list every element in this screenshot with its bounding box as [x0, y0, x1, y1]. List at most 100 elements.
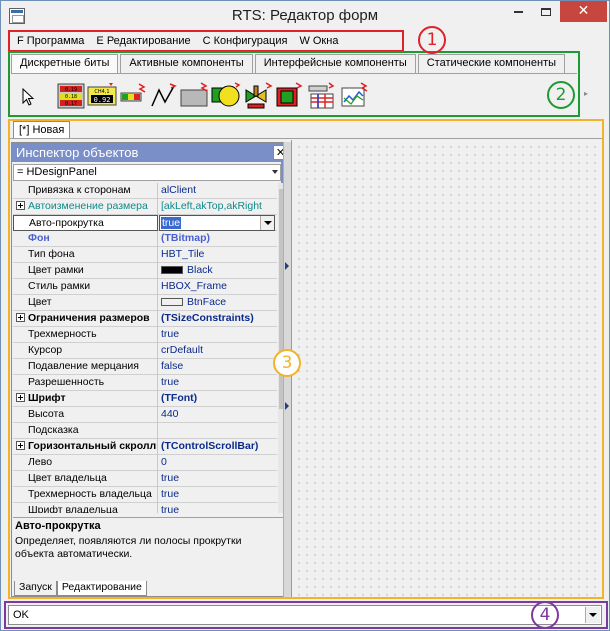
form-tab-new[interactable]: [*] Новая — [13, 121, 71, 139]
property-row-selected[interactable]: Авто-прокрутка true — [13, 215, 277, 231]
property-value[interactable] — [159, 423, 277, 439]
splitter-arrow-icon — [285, 402, 289, 410]
polygon-shape-icon[interactable] — [211, 82, 241, 108]
button-icon[interactable] — [275, 82, 303, 108]
property-row[interactable]: Трехмерность владельца true — [13, 487, 277, 503]
property-name: Разрешенность — [13, 375, 158, 391]
property-description: Авто-прокрутка Определяет, появляются ли… — [13, 517, 288, 577]
property-row[interactable]: Автоизменение размера [akLeft,akTop,akRi… — [13, 199, 277, 215]
property-row[interactable]: Разрешенность true — [13, 375, 277, 391]
property-row[interactable]: Курсор crDefault — [13, 343, 277, 359]
valve-icon[interactable] — [243, 82, 273, 109]
analog-value-icon[interactable]: CH4,1 0.92 — [87, 82, 117, 108]
expand-plus-icon[interactable] — [16, 201, 25, 210]
svg-text:CH4,1: CH4,1 — [94, 89, 109, 95]
property-value[interactable]: true — [159, 375, 277, 391]
property-value[interactable]: (TControlScrollBar) — [159, 439, 277, 455]
form-tab-divider — [10, 138, 602, 139]
property-grid: Привязка к сторонам alClient Автоизменен… — [13, 183, 277, 513]
property-row[interactable]: Высота 440 — [13, 407, 277, 423]
pointer-icon[interactable] — [21, 87, 35, 106]
property-name: Шрифт владельца — [13, 503, 158, 513]
form-design-canvas[interactable] — [291, 140, 601, 597]
property-name: Цвет — [13, 295, 158, 311]
maximize-icon — [540, 7, 551, 16]
object-inspector: Инспектор объектов ✕ = HDesignPanel Прив… — [11, 142, 290, 597]
expand-plus-icon[interactable] — [16, 393, 25, 402]
menu-edit[interactable]: E Редактирование — [90, 33, 196, 50]
close-button[interactable]: ✕ — [560, 1, 607, 22]
property-value[interactable]: 440 — [159, 407, 277, 423]
chevron-down-icon — [272, 170, 278, 174]
property-value[interactable]: crDefault — [159, 343, 277, 359]
menu-configuration[interactable]: C Конфигурация — [197, 33, 294, 50]
property-value[interactable]: HBT_Tile — [159, 247, 277, 263]
maximize-button[interactable] — [532, 1, 559, 22]
property-row[interactable]: Трехмерность true — [13, 327, 277, 343]
property-value[interactable]: true — [159, 503, 277, 513]
property-value[interactable]: true — [159, 327, 277, 343]
status-combo[interactable]: OK — [8, 605, 602, 625]
property-row[interactable]: Цвет владельца true — [13, 471, 277, 487]
property-row[interactable]: Стиль рамки HBOX_Frame — [13, 279, 277, 295]
menu-program[interactable]: F Программа — [11, 33, 90, 50]
annotation-badge-3: 3 — [273, 349, 301, 377]
svg-text:0.92: 0.92 — [94, 96, 111, 104]
title-bar[interactable]: RTS: Редактор форм ✕ — [1, 1, 609, 31]
property-row[interactable]: Цвет рамки Black — [13, 263, 277, 279]
property-name: Привязка к сторонам — [13, 183, 158, 199]
chevron-down-icon[interactable] — [260, 216, 274, 230]
digital-display-icon[interactable]: 0.19 0.18 0.17 — [57, 82, 85, 109]
trend-icon[interactable] — [339, 82, 368, 108]
line-icon[interactable] — [149, 82, 177, 108]
description-text: Определяет, появляются ли полосы прокрут… — [15, 535, 242, 560]
component-toolbar: 0.19 0.18 0.17 CH4,1 0.92 — [11, 73, 577, 115]
property-value[interactable]: Black — [159, 263, 277, 279]
bar-indicator-icon[interactable] — [119, 82, 146, 108]
table-icon[interactable] — [307, 82, 335, 109]
property-row[interactable]: Привязка к сторонам alClient — [13, 183, 277, 199]
tab-discrete-bits[interactable]: Дискретные биты — [11, 54, 119, 73]
property-value[interactable]: (TBitmap) — [159, 231, 277, 247]
color-swatch-btnface — [161, 298, 183, 306]
property-row[interactable]: Лево 0 — [13, 455, 277, 471]
property-name: Подавление мерцания — [13, 359, 158, 375]
property-row[interactable]: Горизонтальный скроллинг (TControlScroll… — [13, 439, 277, 455]
property-value[interactable]: HBOX_Frame — [159, 279, 277, 295]
expand-plus-icon[interactable] — [16, 441, 25, 450]
property-row[interactable]: Подсказка — [13, 423, 277, 439]
property-row[interactable]: Фон (TBitmap) — [13, 231, 277, 247]
expand-plus-icon[interactable] — [16, 313, 25, 322]
property-value[interactable]: false — [159, 359, 277, 375]
tab-editing[interactable]: Редактирование — [56, 581, 147, 596]
tab-static-components[interactable]: Статические компоненты — [417, 54, 566, 73]
svg-text:0.19: 0.19 — [65, 87, 77, 93]
property-value[interactable]: BtnFace — [159, 295, 277, 311]
property-name: Стиль рамки — [13, 279, 158, 295]
property-row[interactable]: Цвет BtnFace — [13, 295, 277, 311]
property-value-editor[interactable]: true — [159, 215, 275, 231]
property-value-edit-text[interactable]: true — [161, 217, 182, 229]
menu-windows[interactable]: W Окна — [293, 33, 344, 50]
property-row[interactable]: Ограничения размеров (TSizeConstraints) — [13, 311, 277, 327]
property-row[interactable]: Шрифт (TFont) — [13, 391, 277, 407]
property-value[interactable]: [akLeft,akTop,akRight — [159, 199, 277, 215]
tab-active-components[interactable]: Активные компоненты — [120, 54, 253, 73]
property-value[interactable]: alClient — [159, 183, 277, 199]
object-selector[interactable]: = HDesignPanel — [13, 164, 281, 181]
palette-scroll-right-icon[interactable]: ▸ — [584, 89, 588, 98]
property-value[interactable]: true — [159, 487, 277, 503]
property-value[interactable]: (TFont) — [159, 391, 277, 407]
tab-run[interactable]: Запуск — [14, 581, 57, 596]
minimize-button[interactable] — [505, 1, 532, 22]
property-row[interactable]: Тип фона HBT_Tile — [13, 247, 277, 263]
chevron-down-icon[interactable] — [585, 607, 600, 623]
property-value[interactable]: 0 — [159, 455, 277, 471]
property-value[interactable]: (TSizeConstraints) — [159, 311, 277, 327]
property-row[interactable]: Шрифт владельца true — [13, 503, 277, 513]
inspector-mode-tabs: Запуск Редактирование — [14, 581, 147, 597]
tab-interface-components[interactable]: Интерфейсные компоненты — [254, 54, 416, 73]
panel-icon[interactable] — [179, 82, 208, 108]
property-value[interactable]: true — [159, 471, 277, 487]
property-row[interactable]: Подавление мерцания false — [13, 359, 277, 375]
